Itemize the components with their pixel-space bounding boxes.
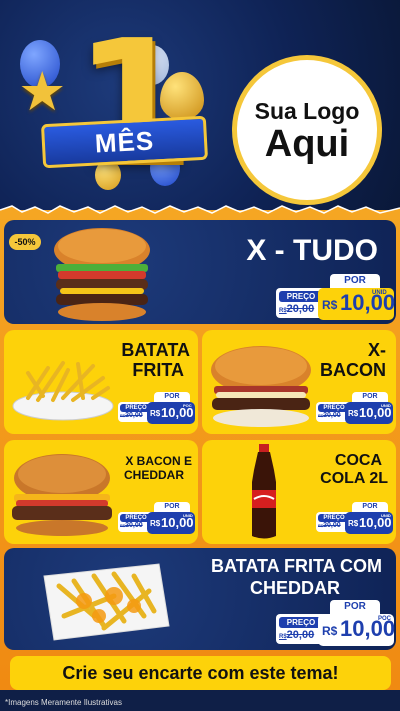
preco-label: PREÇO <box>279 291 323 302</box>
por-label: POR <box>330 274 380 288</box>
cta-text: Crie seu encarte com este tema! <box>62 662 339 683</box>
por-label: POR <box>352 502 388 512</box>
cta-banner[interactable]: Crie seu encarte com este tema! <box>10 656 391 690</box>
old-price-value: 20,00 <box>323 412 341 419</box>
item-title-line1: X BACON E <box>125 454 192 468</box>
torn-edge <box>0 205 400 218</box>
preco-label: PREÇO <box>279 617 323 628</box>
unit-label: UNID <box>381 513 391 518</box>
logo-text-line1: Sua Logo <box>254 97 360 124</box>
soda-bottle-image <box>252 444 276 539</box>
unit-label: POÇ <box>378 616 392 622</box>
anniversary-number: 1 <box>74 4 193 202</box>
month-ribbon: MÊS <box>40 115 209 169</box>
new-price-box: R$ 10,00 UNID <box>318 288 395 320</box>
currency: R$ <box>348 409 359 418</box>
logo-text-line2: Aqui <box>264 122 350 165</box>
burger-image <box>12 454 112 536</box>
new-price-box: R$ 10,00 POÇ <box>318 614 395 646</box>
old-price: R$20,00 <box>318 522 341 529</box>
item-title-line2: FRITA <box>132 360 184 380</box>
item-title-line2: BACON <box>320 360 386 380</box>
por-label: POR <box>154 502 190 512</box>
product-card-x-tudo[interactable]: X - TUDO POR PREÇO R$20,00 R$ 10,00 UNID <box>4 220 396 324</box>
fries-image <box>12 361 114 421</box>
currency: R$ <box>348 519 359 528</box>
logo-placeholder[interactable]: Sua Logo Aqui <box>232 55 382 205</box>
ribbon-text: MÊS <box>94 124 155 159</box>
discount-badge: -50% <box>9 234 41 250</box>
product-card-x-bacon-cheddar[interactable]: X BACON E CHEDDAR POR PREÇO R$20,00 R$ 1… <box>4 440 198 544</box>
currency: R$ <box>322 624 338 638</box>
por-label: POR <box>352 392 388 402</box>
item-title-line1: X- <box>368 340 386 360</box>
header-banner: 1 ★ MÊS Sua Logo Aqui <box>0 0 400 215</box>
unit-label: UNID <box>372 290 387 296</box>
item-title-line2: COLA 2L <box>320 470 388 487</box>
por-label: POR <box>330 600 380 614</box>
old-price-value: 20,00 <box>323 522 341 529</box>
item-title-line1: COCA <box>334 452 382 469</box>
unit-label: UNID <box>183 513 193 518</box>
item-title-line1: BATATA FRITA COM <box>211 556 382 576</box>
old-price: R$20,00 <box>120 412 143 419</box>
currency: R$ <box>150 409 161 418</box>
item-title-line2: CHEDDAR <box>124 468 184 482</box>
old-price: R$20,00 <box>279 303 315 315</box>
product-card-batata-cheddar[interactable]: BATATA FRITA COM CHEDDAR POR PREÇO R$20,… <box>4 548 396 650</box>
old-price-value: 20,00 <box>286 629 315 641</box>
burger-image <box>211 346 311 427</box>
cheddar-fries-image <box>43 563 170 641</box>
unit-label: POC <box>183 403 192 408</box>
product-card-coca-cola[interactable]: COCA COLA 2L POR PREÇO R$20,00 R$ 10,00 … <box>202 440 396 544</box>
burger-image <box>54 228 150 321</box>
product-card-batata-frita[interactable]: BATATA FRITA POR PREÇO R$20,00 R$ 10,00 … <box>4 330 198 434</box>
old-price: R$20,00 <box>120 522 143 529</box>
unit-label: UNID <box>381 403 391 408</box>
item-title-line2: CHEDDAR <box>250 578 340 598</box>
old-price: R$20,00 <box>279 629 315 641</box>
item-title-line1: BATATA <box>121 340 190 360</box>
disclaimer-text: *Imagens Meramente Ilustrativas <box>5 698 122 707</box>
new-price-box: R$ 10,00 POC <box>147 402 195 424</box>
new-price-box: R$ 10,00 UNID <box>345 512 393 534</box>
currency: R$ <box>150 519 161 528</box>
old-price: R$20,00 <box>318 412 341 419</box>
product-card-x-bacon[interactable]: X- BACON POR PREÇO R$20,00 R$ 10,00 UNID <box>202 330 396 434</box>
por-label: POR <box>154 392 190 402</box>
star-icon: ★ <box>18 62 67 122</box>
new-price-box: R$ 10,00 UNID <box>345 402 393 424</box>
old-price-value: 20,00 <box>286 303 315 315</box>
new-price-box: R$ 10,00 UNID <box>147 512 195 534</box>
item-title: X - TUDO <box>246 234 378 267</box>
currency: R$ <box>322 298 338 312</box>
old-price-value: 20,00 <box>125 522 143 529</box>
old-price-value: 20,00 <box>125 412 143 419</box>
